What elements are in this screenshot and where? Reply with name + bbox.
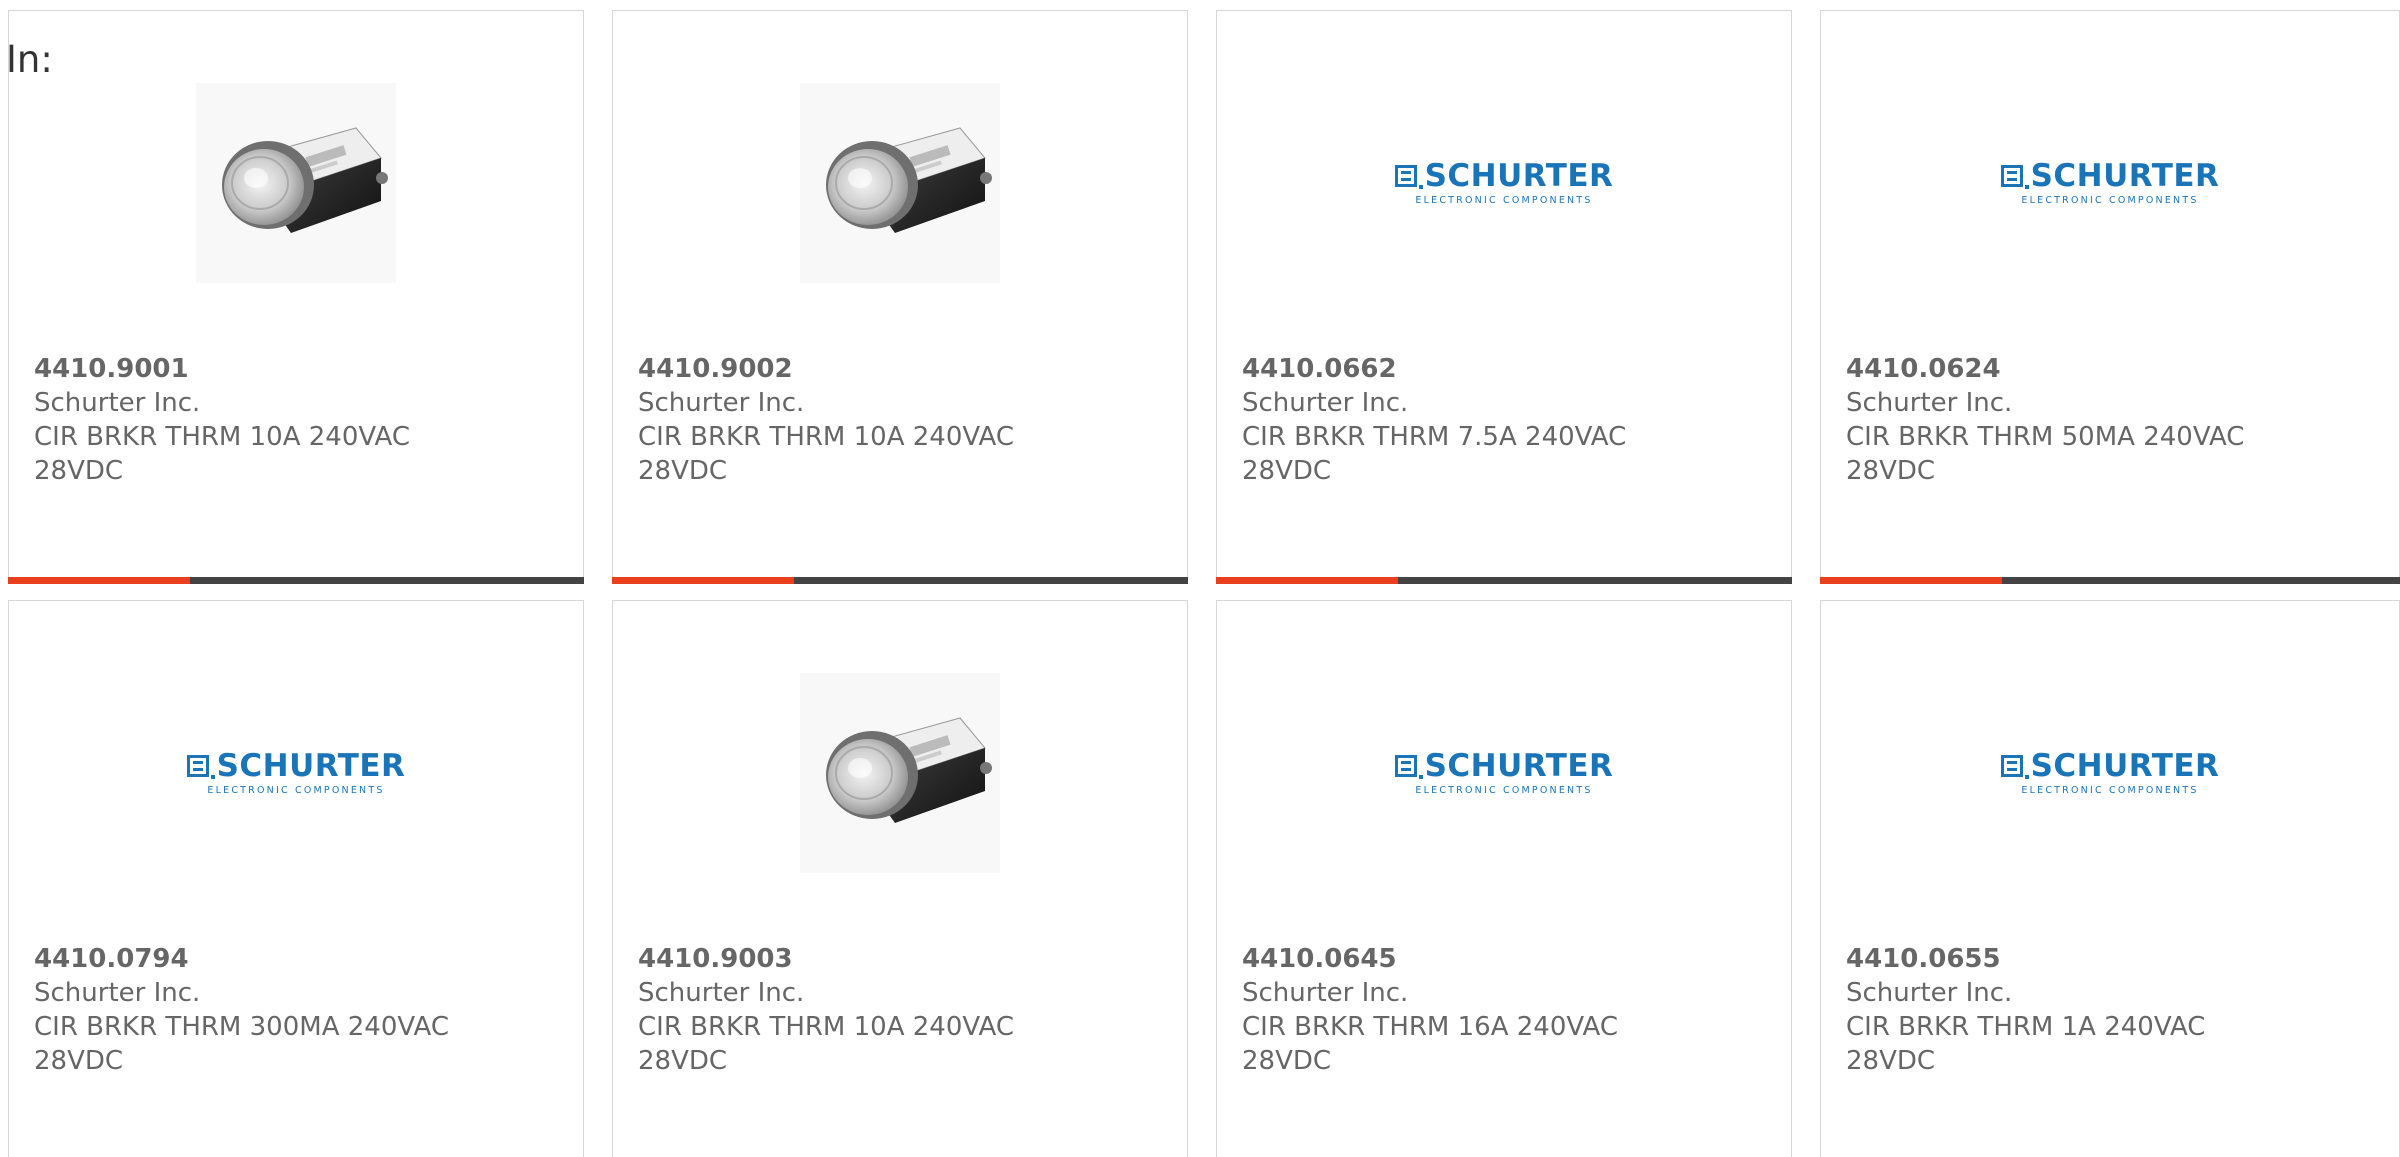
part-number-link[interactable]: 4410.9002 — [638, 352, 1167, 386]
manufacturer-name: Schurter Inc. — [1846, 978, 2013, 1008]
schurter-logo-mark-icon — [1394, 754, 1417, 777]
description-line-1: CIR BRKR THRM 1A 240VAC — [1846, 1012, 2206, 1042]
schurter-logo-mark-icon — [2000, 754, 2023, 777]
description-line-2: 28VDC — [34, 456, 124, 486]
logo-wordmark: SCHURTER — [1424, 747, 1614, 784]
description-line-1: CIR BRKR THRM 50MA 240VAC — [1846, 422, 2245, 452]
manufacturer-name: Schurter Inc. — [1242, 388, 1409, 418]
card-accent-bar — [1820, 577, 2002, 584]
schurter-logo: SCHURTER ELECTRONIC COMPONENTS — [2000, 747, 2220, 796]
product-info: 4410.9003 Schurter Inc. CIR BRKR THRM 10… — [638, 942, 1167, 1078]
card-accent-bar — [8, 577, 190, 584]
in-label: In: — [6, 38, 53, 81]
description-line-2: 28VDC — [1846, 456, 1936, 486]
schurter-logo-mark-icon — [1394, 164, 1417, 187]
product-card[interactable]: 4410.9003 Schurter Inc. CIR BRKR THRM 10… — [612, 600, 1188, 1157]
description-line-1: CIR BRKR THRM 300MA 240VAC — [34, 1012, 449, 1042]
schurter-logo-mark-icon — [186, 754, 209, 777]
card-bottom-bar — [1216, 577, 1792, 584]
card-accent-bar — [1216, 577, 1398, 584]
product-grid-page: In: 4410.9001 Schurter Inc. CIR BRKR THR… — [0, 0, 2400, 1157]
part-number-link[interactable]: 4410.9003 — [638, 942, 1167, 976]
logo-wordmark: SCHURTER — [1424, 157, 1614, 194]
product-card[interactable]: 4410.9001 Schurter Inc. CIR BRKR THRM 10… — [8, 10, 584, 584]
card-bottom-bar — [612, 577, 1188, 584]
schurter-logo: SCHURTER ELECTRONIC COMPONENTS — [186, 747, 406, 796]
part-number-link[interactable]: 4410.0624 — [1846, 352, 2379, 386]
schurter-logo: SCHURTER ELECTRONIC COMPONENTS — [1394, 747, 1614, 796]
product-image[interactable]: SCHURTER ELECTRONIC COMPONENTS — [1821, 83, 2399, 283]
manufacturer-name: Schurter Inc. — [638, 388, 805, 418]
schurter-logo-mark-icon — [2000, 164, 2023, 187]
logo-subtext: ELECTRONIC COMPONENTS — [2021, 784, 2199, 796]
card-accent-bar — [612, 577, 794, 584]
logo-subtext: ELECTRONIC COMPONENTS — [1415, 194, 1593, 206]
description-line-2: 28VDC — [34, 1046, 124, 1076]
product-image[interactable]: SCHURTER ELECTRONIC COMPONENTS — [1821, 673, 2399, 873]
product-card[interactable]: SCHURTER ELECTRONIC COMPONENTS 4410.0645… — [1216, 600, 1792, 1157]
card-bottom-bar — [1820, 577, 2400, 584]
part-number-link[interactable]: 4410.0655 — [1846, 942, 2379, 976]
logo-wordmark: SCHURTER — [216, 747, 406, 784]
product-info: 4410.0662 Schurter Inc. CIR BRKR THRM 7.… — [1242, 352, 1771, 488]
product-info: 4410.0645 Schurter Inc. CIR BRKR THRM 16… — [1242, 942, 1771, 1078]
part-number-link[interactable]: 4410.0645 — [1242, 942, 1771, 976]
product-info: 4410.9002 Schurter Inc. CIR BRKR THRM 10… — [638, 352, 1167, 488]
description-line-2: 28VDC — [1242, 456, 1332, 486]
description-line-1: CIR BRKR THRM 10A 240VAC — [638, 422, 1014, 452]
description-line-2: 28VDC — [638, 456, 728, 486]
product-info: 4410.0794 Schurter Inc. CIR BRKR THRM 30… — [34, 942, 563, 1078]
product-image[interactable] — [9, 83, 583, 283]
circuit-breaker-photo[interactable] — [800, 673, 1000, 873]
description-line-1: CIR BRKR THRM 16A 240VAC — [1242, 1012, 1618, 1042]
product-info: 4410.9001 Schurter Inc. CIR BRKR THRM 10… — [34, 352, 563, 488]
logo-subtext: ELECTRONIC COMPONENTS — [207, 784, 385, 796]
product-image[interactable] — [613, 83, 1187, 283]
description-line-1: CIR BRKR THRM 10A 240VAC — [638, 1012, 1014, 1042]
description-line-1: CIR BRKR THRM 10A 240VAC — [34, 422, 410, 452]
description-line-1: CIR BRKR THRM 7.5A 240VAC — [1242, 422, 1627, 452]
logo-subtext: ELECTRONIC COMPONENTS — [1415, 784, 1593, 796]
schurter-logo: SCHURTER ELECTRONIC COMPONENTS — [1394, 157, 1614, 206]
manufacturer-name: Schurter Inc. — [34, 978, 201, 1008]
product-info: 4410.0624 Schurter Inc. CIR BRKR THRM 50… — [1846, 352, 2379, 488]
card-bottom-bar — [8, 577, 584, 584]
manufacturer-name: Schurter Inc. — [638, 978, 805, 1008]
product-card[interactable]: SCHURTER ELECTRONIC COMPONENTS 4410.0794… — [8, 600, 584, 1157]
product-card[interactable]: 4410.9002 Schurter Inc. CIR BRKR THRM 10… — [612, 10, 1188, 584]
logo-wordmark: SCHURTER — [2030, 157, 2220, 194]
part-number-link[interactable]: 4410.0794 — [34, 942, 563, 976]
product-card[interactable]: SCHURTER ELECTRONIC COMPONENTS 4410.0655… — [1820, 600, 2400, 1157]
logo-wordmark: SCHURTER — [2030, 747, 2220, 784]
product-info: 4410.0655 Schurter Inc. CIR BRKR THRM 1A… — [1846, 942, 2379, 1078]
manufacturer-name: Schurter Inc. — [34, 388, 201, 418]
part-number-link[interactable]: 4410.9001 — [34, 352, 563, 386]
manufacturer-name: Schurter Inc. — [1242, 978, 1409, 1008]
description-line-2: 28VDC — [638, 1046, 728, 1076]
product-card[interactable]: SCHURTER ELECTRONIC COMPONENTS 4410.0662… — [1216, 10, 1792, 584]
product-image[interactable] — [613, 673, 1187, 873]
product-image[interactable]: SCHURTER ELECTRONIC COMPONENTS — [1217, 83, 1791, 283]
logo-subtext: ELECTRONIC COMPONENTS — [2021, 194, 2199, 206]
product-image[interactable]: SCHURTER ELECTRONIC COMPONENTS — [9, 673, 583, 873]
schurter-logo: SCHURTER ELECTRONIC COMPONENTS — [2000, 157, 2220, 206]
manufacturer-name: Schurter Inc. — [1846, 388, 2013, 418]
part-number-link[interactable]: 4410.0662 — [1242, 352, 1771, 386]
product-image[interactable]: SCHURTER ELECTRONIC COMPONENTS — [1217, 673, 1791, 873]
circuit-breaker-photo[interactable] — [196, 83, 396, 283]
circuit-breaker-photo[interactable] — [800, 83, 1000, 283]
description-line-2: 28VDC — [1846, 1046, 1936, 1076]
description-line-2: 28VDC — [1242, 1046, 1332, 1076]
product-card[interactable]: SCHURTER ELECTRONIC COMPONENTS 4410.0624… — [1820, 10, 2400, 584]
